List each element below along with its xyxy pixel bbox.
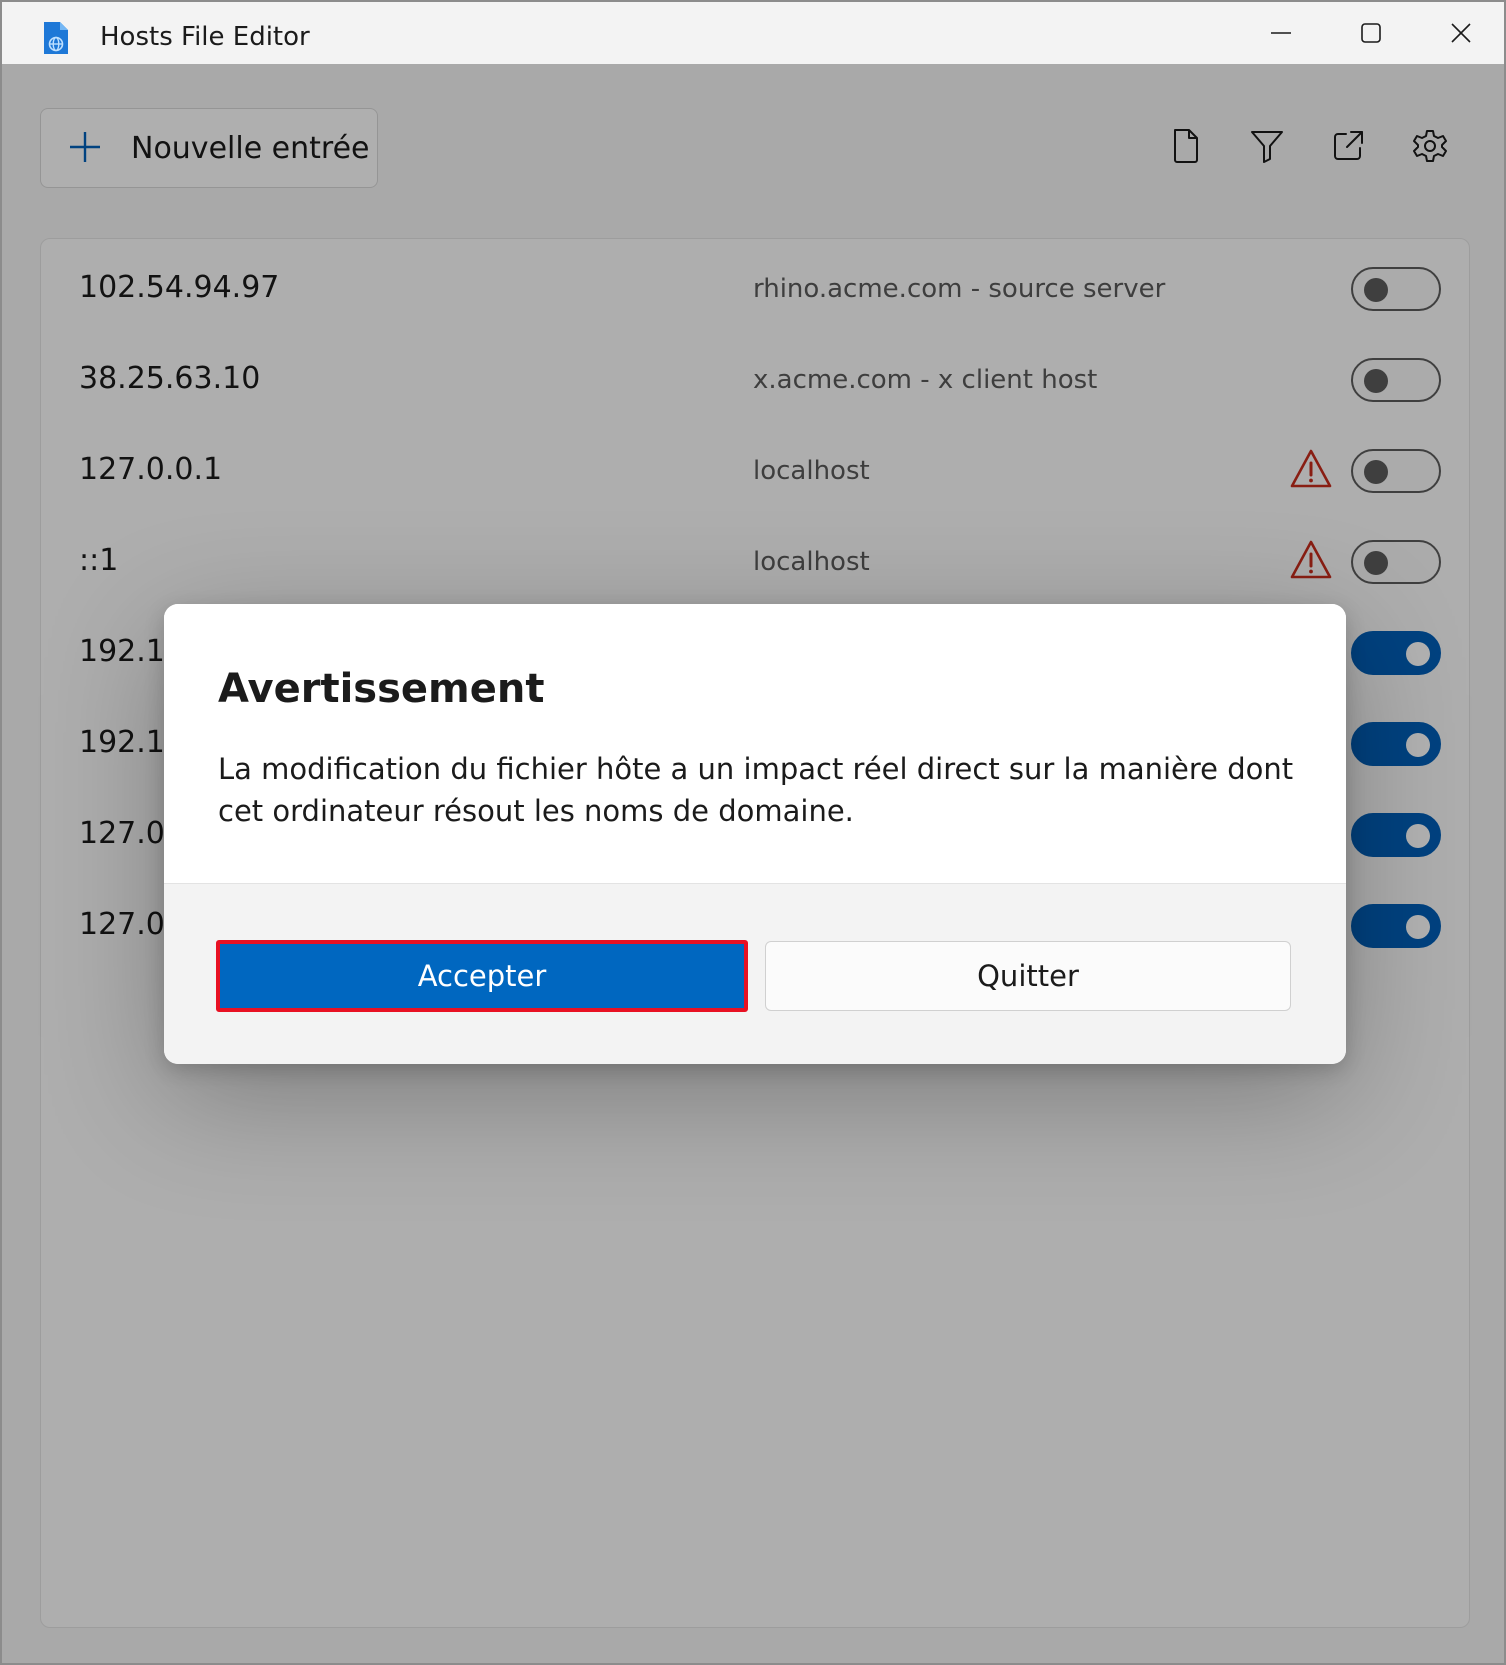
accept-button[interactable]: Accepter <box>216 940 748 1012</box>
minimize-button[interactable] <box>1236 2 1326 64</box>
title-bar[interactable]: Hosts File Editor <box>2 2 1504 64</box>
close-icon <box>1451 23 1471 43</box>
dialog-footer: Accepter Quitter <box>164 883 1346 1064</box>
app-icon <box>42 20 70 56</box>
close-button[interactable] <box>1416 2 1504 64</box>
window-title: Hosts File Editor <box>100 22 310 52</box>
warning-dialog: Avertissement La modification du fichier… <box>164 604 1346 1064</box>
maximize-button[interactable] <box>1326 2 1416 64</box>
app-window: Hosts File Editor Nouvelle entrée 102.54… <box>0 0 1506 1665</box>
dialog-title: Avertissement <box>218 666 545 712</box>
dialog-message: La modification du fichier hôte a un imp… <box>218 752 1294 828</box>
quit-button[interactable]: Quitter <box>765 941 1291 1011</box>
minimize-icon <box>1271 32 1291 34</box>
maximize-icon <box>1361 23 1381 43</box>
dialog-body: Avertissement La modification du fichier… <box>164 604 1346 883</box>
